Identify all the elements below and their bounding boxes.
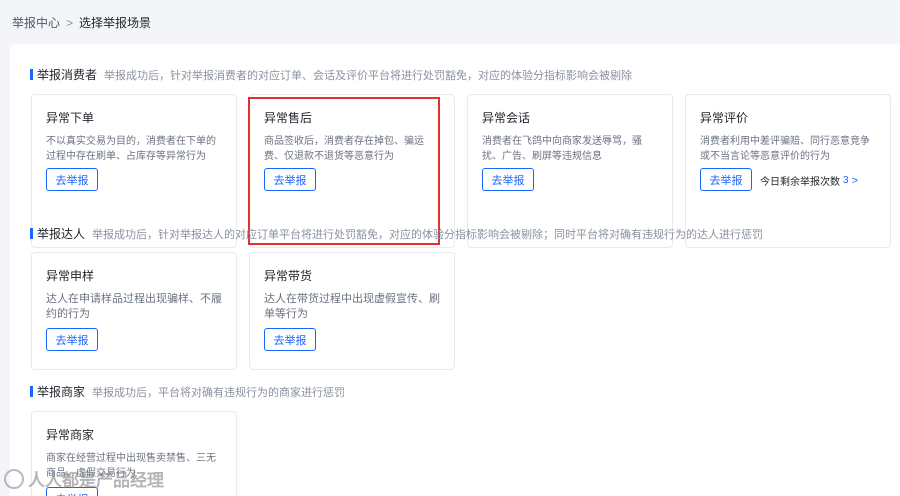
chevron-right-icon: > [851, 174, 858, 187]
card-title: 异常下单 [46, 111, 95, 125]
report-button[interactable]: 去举报 [482, 168, 534, 191]
remaining-reports-label: 今日剩余举报次数 [760, 177, 840, 188]
report-button[interactable]: 去举报 [46, 168, 98, 191]
card-title: 异常会话 [482, 111, 531, 125]
watermark-text: 人人都是产品经理 [28, 471, 164, 490]
report-card-abnormal-sample: 异常申样 达人在申请样品过程出现骗样、不履约的行为 去举报 [31, 252, 237, 370]
report-button[interactable]: 去举报 [264, 168, 316, 191]
section-note: 举报成功后，针对举报消费者的对应订单、会话及评价平台将进行处罚豁免，对应的体验分… [104, 69, 633, 82]
breadcrumb-current: 选择举报场景 [79, 16, 152, 30]
remaining-reports-count: 3 [843, 175, 849, 186]
card-title: 异常申样 [46, 269, 95, 283]
card-description: 达人在带货过程中出现虚假宣传、刷单等行为 [264, 293, 440, 320]
card-description: 消费者利用中差评骗赔、同行恶意竞争或不当言论等恶意评价的行为 [700, 136, 870, 162]
card-description: 商品签收后，消费者存在掉包、骗运费、仅退款不退货等恶意行为 [264, 136, 424, 162]
section-accent-bar [30, 386, 33, 397]
section-label: 举报商家 [37, 385, 86, 399]
card-title: 异常评价 [700, 111, 749, 125]
report-button[interactable]: 去举报 [46, 328, 98, 351]
card-description: 不以真实交易为目的，消费者在下单的过程中存在刷单、占库存等异常行为 [46, 136, 216, 162]
breadcrumb: 举报中心 > 选择举报场景 [12, 14, 151, 31]
report-button[interactable]: 去举报 [700, 168, 752, 191]
report-button[interactable]: 去举报 [264, 328, 316, 351]
card-title: 异常带货 [264, 269, 313, 283]
section-accent-bar [30, 69, 33, 80]
section-label: 举报消费者 [37, 68, 98, 82]
card-title: 异常商家 [46, 428, 95, 442]
section-header-merchant: 举报商家 举报成功后，平台将对确有违规行为的商家进行惩罚 [30, 383, 345, 400]
section-header-consumer: 举报消费者 举报成功后，针对举报消费者的对应订单、会话及评价平台将进行处罚豁免，… [30, 66, 632, 83]
breadcrumb-separator: > [66, 15, 74, 30]
card-title: 异常售后 [264, 111, 313, 125]
section-note: 举报成功后，针对举报达人的对应订单平台将进行处罚豁免，对应的体验分指标影响会被剔… [92, 228, 764, 241]
main-panel: 举报消费者 举报成功后，针对举报消费者的对应订单、会话及评价平台将进行处罚豁免，… [10, 44, 900, 496]
section-accent-bar [30, 228, 33, 239]
breadcrumb-root-link[interactable]: 举报中心 [12, 14, 60, 31]
section-label: 举报达人 [37, 227, 86, 241]
card-description: 达人在申请样品过程出现骗样、不履约的行为 [46, 293, 222, 320]
card-description: 消费者在飞鸽中向商家发送辱骂，骚扰、广告、刷屏等违规信息 [482, 136, 642, 162]
report-card-abnormal-selling: 异常带货 达人在带货过程中出现虚假宣传、刷单等行为 去举报 [249, 252, 455, 370]
watermark-logo-icon [4, 468, 24, 489]
section-header-influencer: 举报达人 举报成功后，针对举报达人的对应订单平台将进行处罚豁免，对应的体验分指标… [30, 225, 763, 242]
section-note: 举报成功后，平台将对确有违规行为的商家进行惩罚 [92, 386, 346, 399]
remaining-reports[interactable]: 今日剩余举报次数 3 > [760, 173, 858, 189]
watermark: 人人都是产品经理 [4, 466, 164, 491]
